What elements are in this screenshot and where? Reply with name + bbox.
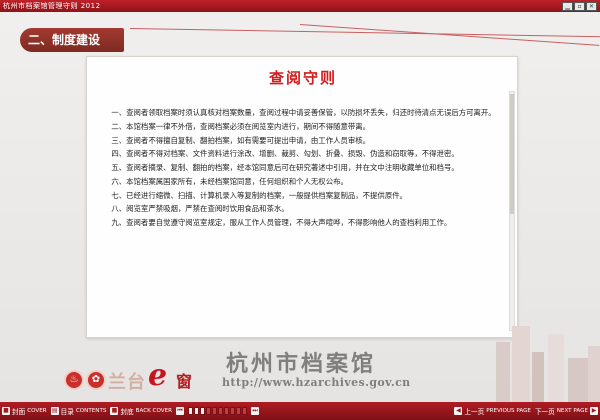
progress-cell[interactable] xyxy=(206,407,212,415)
next-page-button[interactable]: 下一页 NEXT PAGE ▶ xyxy=(535,404,598,418)
window-controls: ▁ ▫ ✕ xyxy=(562,1,597,11)
progress-cell[interactable] xyxy=(200,407,206,415)
progress-cell[interactable] xyxy=(224,407,230,415)
rule-paragraph: 二、本馆档案一律不外借，查阅档案必须在阅览室内进行，期间不得随意带离。 xyxy=(111,121,371,131)
first-page-icon: ⏮ xyxy=(176,407,185,415)
rule-paragraph: 四、查阅者不得对档案、文件资料进行涂改、增删、裁剪、勾划、折叠、损毁、伪造和窃取… xyxy=(111,149,459,159)
next-page-label-en: NEXT PAGE xyxy=(556,408,588,414)
brand-e-logo: e xyxy=(148,358,168,393)
progress-cell[interactable] xyxy=(230,407,236,415)
back-cover-label-cn: 封底 xyxy=(120,408,134,416)
progress-cell[interactable] xyxy=(194,407,200,415)
document-scrollbar[interactable] xyxy=(509,91,515,331)
close-button[interactable]: ✕ xyxy=(586,1,597,11)
contents-icon: ▤ xyxy=(50,407,59,415)
progress-cell[interactable] xyxy=(218,407,224,415)
rule-paragraph: 七、已经进行缩微、扫描、计算机录入等复制的档案，一般提供档案复制品，不提供原件。 xyxy=(111,190,407,200)
first-page-button[interactable]: ⏮ xyxy=(176,404,185,418)
brand-chuang-text: 窗 xyxy=(176,372,193,391)
rule-paragraph: 五、查阅者摘录、复制、翻拍的档案，经本馆同意后可在研究著述中引用，并在文中注明收… xyxy=(111,163,459,173)
contents-label-cn: 目录 xyxy=(60,408,74,416)
emblem-logo-icon: ✿ xyxy=(86,370,106,390)
previous-page-icon: ◀ xyxy=(454,407,463,415)
next-page-icon: ▶ xyxy=(590,407,598,415)
bottom-toolbar: ■ 封面 COVER ▤ 目录 CONTENTS ■ 封底 BACK COVER… xyxy=(0,402,600,420)
back-cover-button[interactable]: ■ 封底 BACK COVER xyxy=(110,404,172,418)
scrollbar-thumb[interactable] xyxy=(510,94,514,214)
back-cover-icon: ■ xyxy=(110,407,119,415)
previous-page-label-cn: 上一页 xyxy=(464,408,485,416)
cover-button[interactable]: ■ 封面 COVER xyxy=(2,404,47,418)
restore-button[interactable]: ▫ xyxy=(574,1,585,11)
page-progress-bar[interactable] xyxy=(188,406,248,416)
section-heading: 二、制度建设 xyxy=(20,28,124,52)
rule-paragraph: 三、查阅者不得擅自复制、翻拍档案，如有需要可提出申请，由工作人员审核。 xyxy=(111,135,371,145)
progress-cell[interactable] xyxy=(242,407,248,415)
window-titlebar: 杭州市档案馆管理守则 2012 ▁ ▫ ✕ xyxy=(0,0,600,12)
document-body: 一、查阅者领取档案时须认真核对档案数量，查阅过程中请妥善保管，以防损坏丢失，归还… xyxy=(101,107,501,231)
minimize-button[interactable]: ▁ xyxy=(562,1,573,11)
cover-label-cn: 封面 xyxy=(12,408,26,416)
rule-paragraph: 九、查阅者要自觉遵守阅览室规定，服从工作人员管理，不得大声喧哗，不得影响他人的查… xyxy=(111,218,452,228)
rule-paragraph: 六、本馆档案属国家所有，未经档案馆同意，任何组织和个人无权公布。 xyxy=(111,176,348,186)
back-cover-label-en: BACK COVER xyxy=(135,408,173,414)
brand-lantai-text: 兰台 xyxy=(108,372,146,393)
rule-paragraph: 八、阅览室严禁吸烟，严禁在查阅时饮用食品和茶水。 xyxy=(111,204,289,214)
contents-button[interactable]: ▤ 目录 CONTENTS xyxy=(50,404,107,418)
city-skyline-graphic xyxy=(496,326,600,402)
progress-cell[interactable] xyxy=(188,407,194,415)
last-page-button[interactable]: ⏭ xyxy=(251,404,260,418)
contents-label-en: CONTENTS xyxy=(75,408,107,414)
next-page-label-cn: 下一页 xyxy=(534,408,555,416)
previous-page-label-en: PREVIOUS PAGE xyxy=(486,408,531,414)
cover-label-en: COVER xyxy=(27,408,47,414)
previous-page-button[interactable]: ◀ 上一页 PREVIOUS PAGE xyxy=(454,404,531,418)
archive-url: http://www.hzarchives.gov.cn xyxy=(222,376,411,389)
window-title: 杭州市档案馆管理守则 2012 xyxy=(3,2,101,10)
rule-paragraph: 一、查阅者领取档案时须认真核对档案数量，查阅过程中请妥善保管，以防损坏丢失，归还… xyxy=(111,108,496,117)
progress-cell[interactable] xyxy=(236,407,242,415)
document-panel[interactable]: 查阅守则 一、查阅者领取档案时须认真核对档案数量，查阅过程中请妥善保管，以防损坏… xyxy=(86,56,518,338)
cover-icon: ■ xyxy=(2,407,10,415)
document-title: 查阅守则 xyxy=(268,69,337,87)
archive-logo-icon: ♨ xyxy=(64,370,84,390)
archive-name: 杭州市档案馆 xyxy=(226,351,377,377)
progress-cell[interactable] xyxy=(212,407,218,415)
last-page-icon: ⏭ xyxy=(251,407,260,415)
